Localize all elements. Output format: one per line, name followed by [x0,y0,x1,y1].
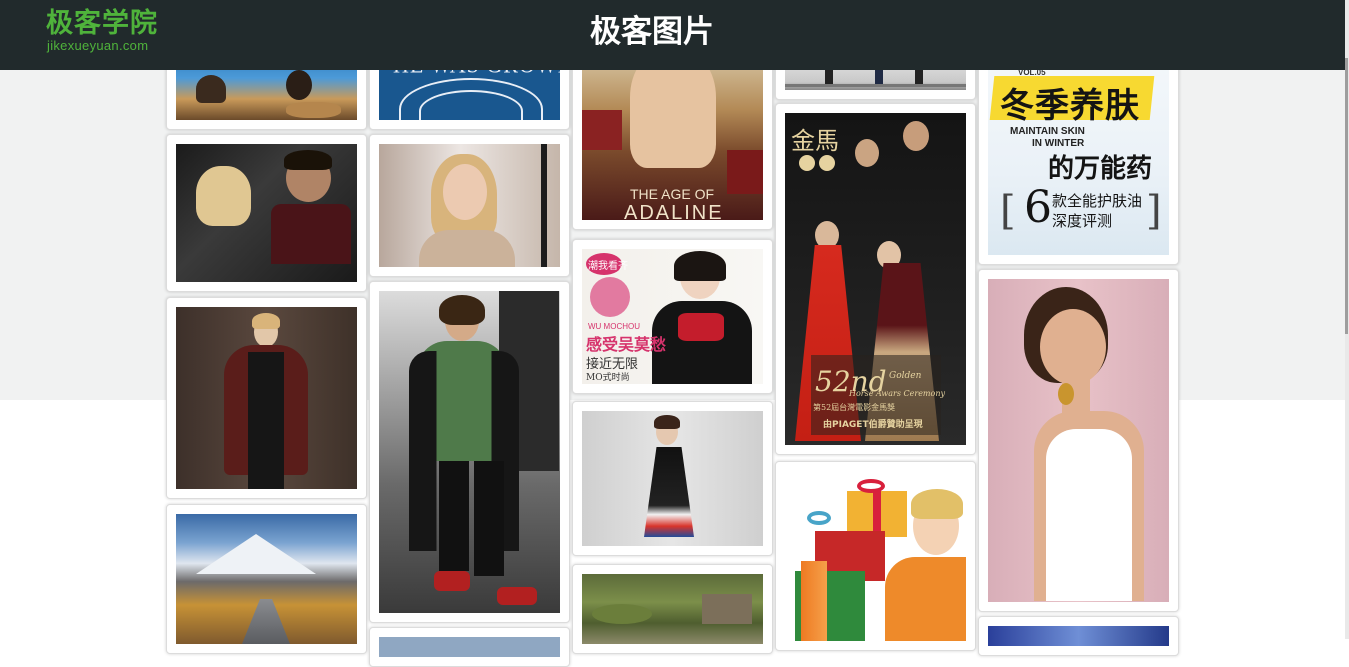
cover-sub2-2: 深度评测 [1052,212,1113,230]
image-blue-abstract[interactable] [988,626,1169,646]
ceremony-line1: Golden [889,371,922,381]
image-card[interactable] [166,504,367,654]
cover-bracket-left: [ [1000,188,1016,234]
image-card[interactable]: 金馬 52nd Golden Horse Awars Ceremony 第52屆… [775,103,976,455]
magazine-name-en: WU MOCHOU [588,322,640,331]
image-card[interactable]: VOL.05 冬季养肤 MAINTAIN SKIN IN WINTER 的万能药… [978,40,1179,265]
image-card[interactable] [978,616,1179,656]
vertical-scrollbar[interactable] [1345,0,1349,639]
image-golden-horse-ceremony[interactable]: 金馬 52nd Golden Horse Awars Ceremony 第52屆… [785,113,966,445]
cover-sub2-1: 款全能护肤油 [1052,192,1143,210]
image-landscape-green[interactable] [582,574,763,644]
image-blonde-smiling[interactable] [379,144,560,267]
cover-sub: 的万能药 [1048,154,1153,184]
image-card[interactable] [572,564,773,654]
image-age-of-adaline-poster[interactable]: THE AGE OF ADALINE [582,50,763,220]
image-gifts-girl[interactable] [785,471,966,641]
image-couple-in-car[interactable] [176,144,357,282]
image-winter-skincare-cover[interactable]: VOL.05 冬季养肤 MAINTAIN SKIN IN WINTER 的万能药… [988,50,1169,255]
image-card[interactable] [166,297,367,499]
image-street-style-bomber[interactable] [379,291,560,613]
cover-bracket-right: ] [1146,188,1162,234]
image-fringe-dress-runway[interactable] [582,411,763,546]
image-snow-mountain-boardwalk[interactable] [176,514,357,644]
page-title: 极客图片 [590,14,714,50]
cover-en-1: MAINTAIN SKIN [1010,126,1085,137]
image-card[interactable]: 潮我看齐 WU MOCHOU 感受吴莫愁 接近无限 MO式时尚 [572,239,773,394]
ceremony-logo: 金馬 [791,127,839,155]
ceremony-footer: 由PIAGET伯爵贊助呈現 [823,420,923,430]
image-card[interactable] [369,281,570,623]
magazine-line2: MO式时尚 [586,373,630,383]
image-card[interactable] [369,627,570,667]
image-card[interactable] [978,269,1179,612]
poster-title-line1: THE AGE OF [630,186,715,202]
image-card[interactable] [166,134,367,292]
scrollbar-thumb[interactable] [1345,58,1348,334]
ceremony-line2: Horse Awars Ceremony [849,389,945,398]
image-card[interactable] [572,401,773,556]
image-laughing-woman-earrings[interactable] [988,279,1169,602]
image-next[interactable] [379,637,560,657]
cover-num: 6 [1024,182,1052,233]
ceremony-line3: 第52屆台灣電影金馬獎 [813,403,896,412]
magazine-badge: 潮我看齐 [588,261,628,272]
poster-title-line2: ADALINE [624,202,724,220]
image-card[interactable] [775,461,976,651]
top-header: 极客学院 jikexueyuan.com 极客图片 [0,0,1345,70]
magazine-title: 感受吴莫愁 [586,335,667,354]
image-wu-mochou-magazine[interactable]: 潮我看齐 WU MOCHOU 感受吴莫愁 接近无限 MO式时尚 [582,249,763,384]
image-coat-model[interactable] [176,307,357,489]
cover-headline: 冬季养肤 [1000,86,1140,126]
image-card[interactable] [369,134,570,277]
